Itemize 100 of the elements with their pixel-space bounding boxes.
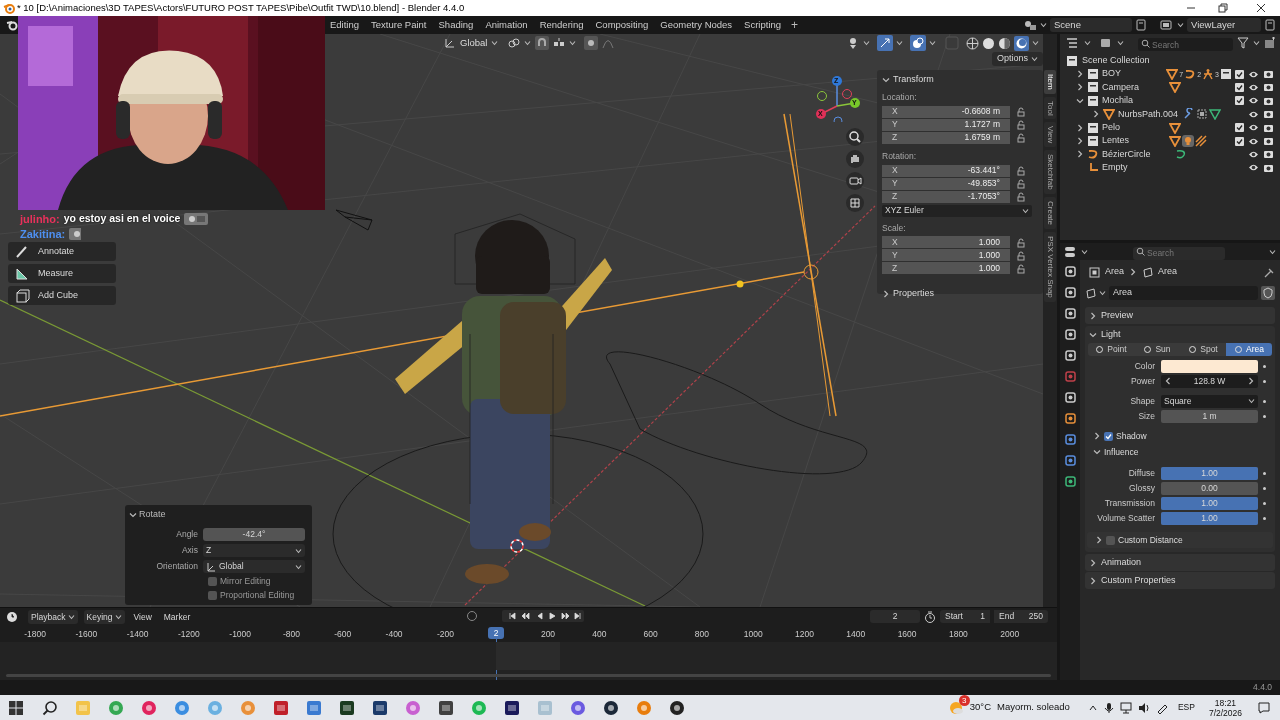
chevron-down-icon[interactable] — [882, 75, 890, 84]
menu-button[interactable]: Playback — [28, 610, 78, 624]
shield-icon[interactable] — [1261, 286, 1275, 300]
tree-item-label[interactable]: NurbsPath.004 — [1118, 107, 1180, 121]
tree-item-label[interactable]: Lentes — [1102, 134, 1166, 148]
start-frame-field[interactable]: Start 1 — [940, 610, 990, 623]
chevron-right-icon[interactable] — [1092, 110, 1100, 119]
curve-icon[interactable] — [1087, 148, 1099, 161]
chevron-right-icon[interactable] — [1076, 70, 1084, 79]
search-icon[interactable] — [42, 699, 58, 716]
chevron-right-icon[interactable] — [1247, 377, 1255, 385]
chevron-right-icon[interactable] — [1076, 123, 1084, 132]
menu-button[interactable]: Keying — [83, 610, 125, 624]
number-field[interactable]: 1 m — [1161, 409, 1258, 423]
sidebar-tab[interactable]: View — [1044, 122, 1056, 148]
image-stack-icon[interactable] — [1160, 19, 1174, 31]
windows-icon[interactable] — [9, 700, 23, 715]
copy-icon[interactable] — [1264, 19, 1276, 31]
wrench-icon[interactable] — [1183, 108, 1195, 121]
workspace-tab[interactable]: Scripting — [738, 17, 788, 33]
tool-button[interactable]: Annotate — [8, 242, 116, 261]
chevron-right-icon[interactable] — [1076, 150, 1084, 159]
lock-icon[interactable] — [1017, 263, 1027, 274]
tree-item-label[interactable]: Pelo — [1102, 120, 1166, 135]
camera-icon[interactable] — [1263, 82, 1274, 93]
scrollbar[interactable] — [6, 674, 1051, 677]
chevron-right-icon[interactable] — [1076, 137, 1084, 146]
filter-view-icon[interactable] — [1099, 37, 1113, 49]
checkbox[interactable] — [1235, 82, 1244, 92]
magnet-icon[interactable] — [535, 36, 550, 51]
sidebar-tab[interactable]: PSX Vertex Snap — [1044, 232, 1056, 302]
tree-item-label[interactable]: Empty — [1102, 161, 1172, 175]
chevron-right-icon[interactable] — [1164, 377, 1172, 385]
menu-button[interactable]: View — [130, 610, 155, 624]
checkbox[interactable] — [1235, 136, 1244, 146]
triangle-icon[interactable] — [1209, 108, 1221, 121]
camera-icon[interactable] — [1263, 122, 1274, 133]
proportional-edit-icon[interactable] — [584, 36, 599, 51]
hatch-icon[interactable] — [1194, 135, 1207, 148]
app-icon[interactable] — [339, 699, 355, 716]
wireframe-shading-icon[interactable] — [966, 36, 979, 50]
triangle-icon[interactable] — [1168, 81, 1181, 94]
slider-field[interactable]: 0.00 — [1161, 481, 1258, 495]
workspace-tab[interactable]: Shading — [432, 17, 480, 33]
light-type-tab[interactable]: Sun — [1134, 343, 1180, 356]
orientation-icon[interactable] — [444, 37, 456, 50]
empty-icon[interactable] — [1087, 161, 1099, 174]
dropdown[interactable]: Global — [203, 560, 305, 573]
view-layer-field[interactable]: ViewLayer — [1187, 18, 1261, 32]
checkbox[interactable] — [208, 576, 217, 586]
curve-icon[interactable] — [1184, 68, 1197, 81]
camera-icon[interactable] — [1263, 95, 1274, 106]
dropdown[interactable]: Z — [203, 544, 305, 557]
rendered-shading-icon[interactable] — [1014, 35, 1029, 51]
workspace-tab[interactable]: Geometry Nodes — [654, 17, 739, 33]
orientation-dropdown[interactable]: Global — [460, 36, 488, 51]
microphone-icon[interactable] — [1103, 701, 1114, 714]
dropdown[interactable]: Square — [1161, 394, 1258, 408]
chevron-down-icon[interactable] — [129, 511, 137, 519]
panel-header[interactable]: Animation — [1085, 554, 1275, 571]
chevron-right-icon[interactable] — [1089, 311, 1097, 320]
number-field[interactable]: Z -1.7053° — [882, 190, 1010, 203]
sidebar-tab[interactable]: Tool — [1044, 96, 1056, 120]
camera-icon[interactable] — [1263, 136, 1274, 147]
number-field[interactable]: 128.8 W — [1161, 374, 1258, 388]
chevron-right-icon[interactable] — [882, 289, 890, 298]
sidebar-tab[interactable]: Create — [1044, 197, 1056, 230]
checkbox[interactable] — [208, 590, 217, 600]
panel-header[interactable]: Custom Properties — [1085, 572, 1275, 589]
triangle-icon[interactable] — [1168, 121, 1181, 134]
chevron-down-icon[interactable] — [1089, 330, 1097, 339]
area-light-icon[interactable] — [1085, 287, 1096, 299]
light-type-tab[interactable]: Area — [1226, 343, 1272, 356]
lock-icon[interactable] — [1017, 133, 1027, 144]
chevron-right-icon[interactable] — [1095, 536, 1103, 544]
new-collection-icon[interactable] — [1264, 37, 1276, 49]
playhead-marker[interactable]: 2 — [488, 627, 504, 639]
menu-button[interactable]: Marker — [160, 610, 194, 624]
light-type-tab[interactable]: Point — [1088, 343, 1134, 356]
tree-item-label[interactable]: BézierCircle — [1102, 147, 1172, 162]
workspace-tab[interactable]: Rendering — [533, 17, 590, 33]
ring-icon[interactable] — [141, 699, 157, 716]
zoom-icon[interactable] — [846, 128, 864, 146]
curve-icon[interactable] — [1175, 148, 1187, 161]
lock-icon[interactable] — [1017, 120, 1027, 131]
stopwatch-icon[interactable] — [924, 610, 936, 623]
checkbox[interactable] — [1235, 69, 1244, 79]
pin-icon[interactable] — [1264, 266, 1275, 278]
checkbox[interactable] — [1106, 535, 1115, 545]
lock-icon[interactable] — [1017, 250, 1027, 261]
name-field[interactable]: Area — [1109, 286, 1258, 300]
solid-shading-icon[interactable] — [982, 36, 995, 50]
number-field[interactable]: X -63.441° — [882, 164, 1010, 177]
lock-icon[interactable] — [1017, 237, 1027, 248]
number-field[interactable]: X -0.6608 m — [882, 105, 1010, 118]
checkbox[interactable] — [1104, 431, 1113, 441]
camera-icon[interactable] — [1263, 149, 1274, 160]
checkbox[interactable] — [1235, 96, 1244, 106]
outliner-display-icon[interactable] — [1066, 37, 1080, 49]
tree-item-label[interactable]: Campera — [1102, 80, 1166, 95]
